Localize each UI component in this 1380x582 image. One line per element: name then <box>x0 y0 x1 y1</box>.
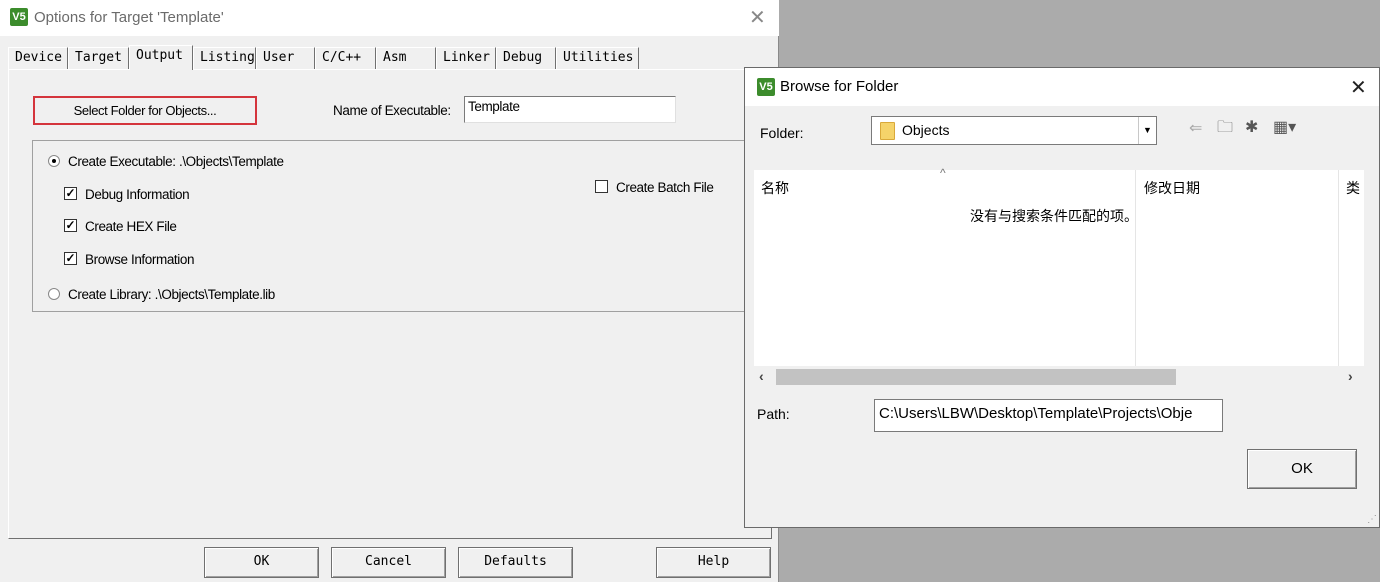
name-of-executable-label: Name of Executable: <box>333 103 451 118</box>
keil-app-icon: V5 <box>10 8 28 26</box>
back-arrow-icon[interactable]: ⇐ <box>1189 120 1202 138</box>
horizontal-scrollbar[interactable]: ‹ › <box>754 366 1364 388</box>
options-dialog-title: Options for Target 'Template' <box>34 9 224 26</box>
browse-for-folder-dialog: V5 Browse for Folder ✕ Folder: Objects ▼… <box>744 67 1380 528</box>
browse-ok-button[interactable]: OK <box>1247 449 1357 489</box>
tab-device[interactable]: Device <box>8 47 68 69</box>
options-close-icon[interactable]: ✕ <box>749 8 766 28</box>
new-folder-icon[interactable]: ✱ <box>1245 119 1258 137</box>
column-header-name[interactable]: 名称 <box>761 178 789 198</box>
browse-titlebar: V5 Browse for Folder ✕ <box>745 68 1379 106</box>
browse-information-label: Browse Information <box>85 252 195 267</box>
sort-up-icon: ^ <box>940 166 946 180</box>
empty-results-message: 没有与搜索条件匹配的项。 <box>970 208 1138 224</box>
tab-utilities[interactable]: Utilities <box>556 47 639 69</box>
path-input[interactable]: C:\Users\LBW\Desktop\Template\Projects\O… <box>874 399 1223 432</box>
tab-debug[interactable]: Debug <box>496 47 556 69</box>
tab-user[interactable]: User <box>256 47 315 69</box>
tab-output[interactable]: Output <box>129 45 193 70</box>
options-dialog: V5 Options for Target 'Template' ✕ Devic… <box>0 0 779 582</box>
tab-c-cpp[interactable]: C/C++ <box>315 47 376 69</box>
scroll-left-icon[interactable]: ‹ <box>759 368 764 384</box>
folder-list-view[interactable]: 名称 ^ 修改日期 类 没有与搜索条件匹配的项。 <box>754 166 1364 366</box>
browse-close-icon[interactable]: ✕ <box>1350 78 1367 98</box>
folder-combo[interactable]: Objects ▼ <box>871 116 1157 145</box>
debug-information-checkbox[interactable]: ✓ <box>64 187 77 200</box>
debug-information-label: Debug Information <box>85 187 190 202</box>
create-library-radio[interactable] <box>48 288 60 300</box>
options-titlebar: V5 Options for Target 'Template' ✕ <box>0 0 779 36</box>
create-hex-label: Create HEX File <box>85 219 177 234</box>
tab-listing[interactable]: Listing <box>193 47 256 69</box>
tab-strip: Device Target Output Listing User C/C++ … <box>8 45 778 70</box>
scroll-right-icon[interactable]: › <box>1348 368 1353 384</box>
folder-label: Folder: <box>760 125 804 141</box>
view-menu-icon[interactable]: ▦▾ <box>1273 119 1296 137</box>
keil-app-icon: V5 <box>757 78 775 96</box>
browse-dialog-title: Browse for Folder <box>780 78 899 95</box>
name-of-executable-input[interactable]: Template <box>464 96 676 123</box>
cancel-button[interactable]: Cancel <box>331 547 446 578</box>
help-button[interactable]: Help <box>656 547 771 578</box>
resize-grip-icon[interactable]: ⋰ <box>1367 514 1377 525</box>
create-hex-checkbox[interactable]: ✓ <box>64 219 77 232</box>
up-folder-icon[interactable]: 🗀 <box>1217 119 1233 137</box>
create-batch-file-checkbox[interactable] <box>595 180 608 193</box>
folder-icon <box>880 122 895 140</box>
column-divider <box>1135 170 1136 366</box>
ok-button[interactable]: OK <box>204 547 319 578</box>
path-label: Path: <box>757 406 790 422</box>
column-header-date[interactable]: 修改日期 <box>1144 178 1200 198</box>
tab-asm[interactable]: Asm <box>376 47 436 69</box>
column-divider <box>1338 170 1339 366</box>
create-executable-label: Create Executable: .\Objects\Template <box>68 154 284 169</box>
column-header-type[interactable]: 类 <box>1346 178 1364 198</box>
select-folder-button[interactable]: Select Folder for Objects... <box>33 96 257 125</box>
browse-information-checkbox[interactable]: ✓ <box>64 252 77 265</box>
chevron-down-icon[interactable]: ▼ <box>1138 117 1156 144</box>
defaults-button[interactable]: Defaults <box>458 547 573 578</box>
tab-target[interactable]: Target <box>68 47 129 69</box>
create-library-label: Create Library: .\Objects\Template.lib <box>68 287 275 302</box>
folder-combo-value: Objects <box>902 122 950 138</box>
scrollbar-thumb[interactable] <box>776 369 1176 385</box>
tab-linker[interactable]: Linker <box>436 47 496 69</box>
create-executable-radio[interactable] <box>48 155 60 167</box>
create-batch-file-label: Create Batch File <box>616 180 714 195</box>
